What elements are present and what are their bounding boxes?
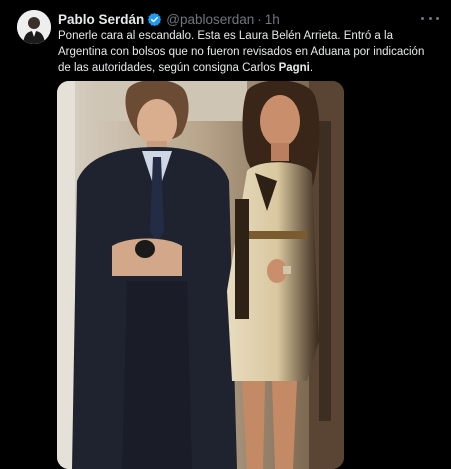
tweet-timestamp[interactable]: 1h (265, 12, 280, 27)
tweet-text: Ponerle cara al escandalo. Esta es Laura… (58, 28, 438, 76)
tweet[interactable]: Pablo Serdán @pabloserdan · 1h Ponerle c… (0, 0, 451, 469)
verified-badge-icon (147, 12, 162, 27)
author-avatar[interactable] (17, 10, 51, 44)
more-horizontal-icon[interactable] (421, 11, 439, 25)
author-handle[interactable]: @pabloserdan (166, 12, 254, 27)
tweet-text-bold-mention: Pagni (278, 62, 310, 74)
tweet-photo[interactable] (57, 81, 344, 469)
separator-dot: · (257, 11, 262, 27)
tweet-text-end: . (309, 62, 314, 74)
author-name[interactable]: Pablo Serdán (58, 12, 144, 27)
tweet-text-main: Ponerle cara al escandalo. Esta es Laura… (58, 30, 425, 74)
tweet-header: Pablo Serdán @pabloserdan · 1h (58, 10, 280, 28)
